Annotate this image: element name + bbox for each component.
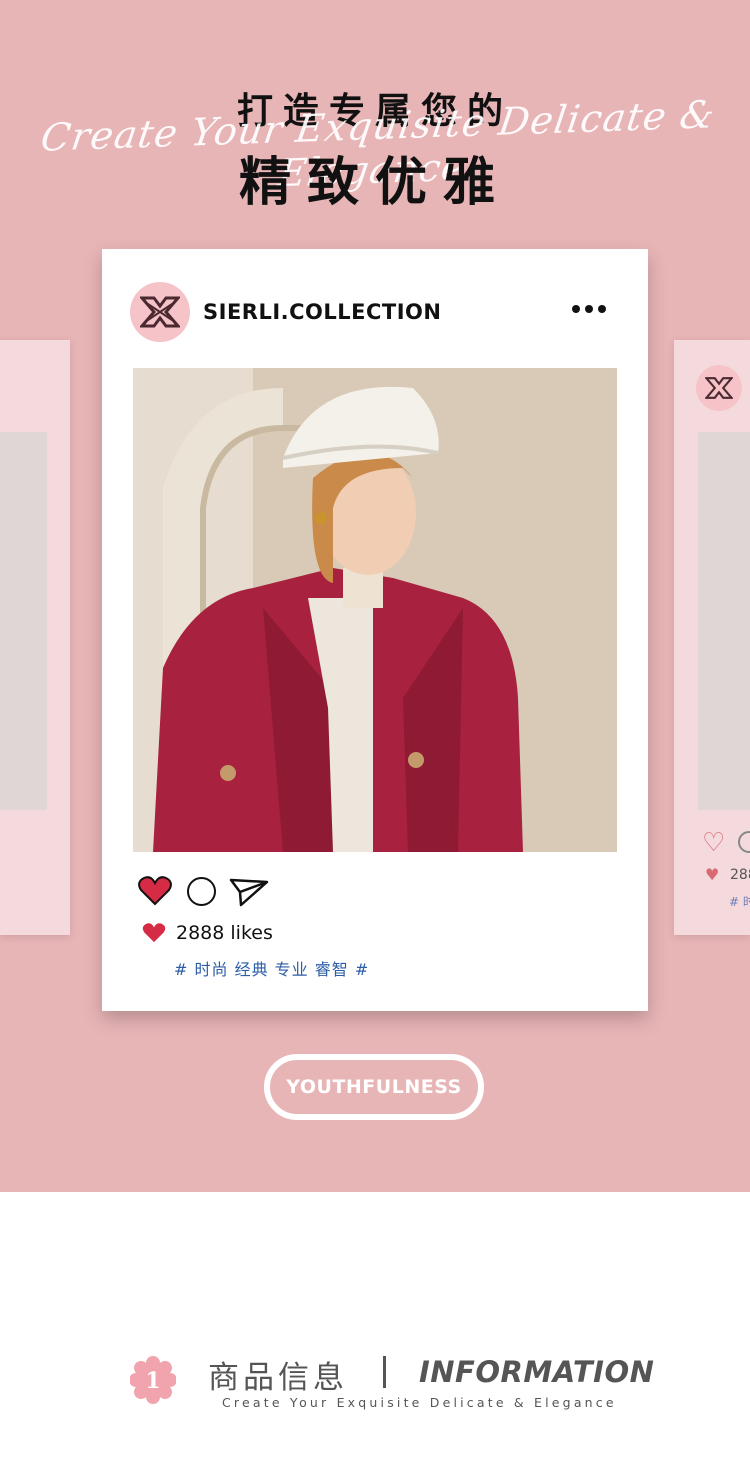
like-heart-icon[interactable]: [138, 876, 172, 906]
hero-section: 打造专属您的 Create Your Exquisite Delicate & …: [0, 0, 750, 1192]
hashtags[interactable]: # 时尚 经典 专业 睿智 #: [174, 956, 369, 980]
post-card: SIERLI.COLLECTION 2888 likes # 时尚 经典 专业 …: [102, 249, 648, 1011]
comment-icon[interactable]: [187, 877, 216, 906]
section-subtitle: Create Your Exquisite Delicate & Eleganc…: [222, 1395, 617, 1410]
section-title-en: INFORMATION: [419, 1355, 655, 1389]
likes-heart-icon: [142, 923, 166, 943]
headline-main: 精致优雅: [238, 153, 511, 213]
side-avatar: [696, 365, 742, 411]
side-like-icon[interactable]: ♡: [702, 828, 725, 858]
section-number: 1: [145, 1368, 160, 1394]
side-likes-count: 2888: [730, 867, 750, 883]
account-name[interactable]: SIERLI.COLLECTION: [203, 300, 441, 324]
side-post-image-left: [0, 432, 47, 810]
side-tags: # 时: [729, 895, 750, 909]
brand-logo-icon: [140, 296, 180, 328]
ellipsis-icon[interactable]: [572, 305, 606, 313]
side-heart-icon: ♥: [705, 865, 720, 884]
section-divider: [383, 1356, 386, 1388]
brand-logo-icon: [705, 377, 733, 399]
side-post-card-left[interactable]: [0, 340, 70, 935]
avatar[interactable]: [130, 282, 190, 342]
side-post-image-right: [698, 432, 750, 810]
post-photo: [133, 368, 617, 852]
model-photo-illustration: [133, 368, 617, 852]
flower-number-badge-icon: 1: [130, 1356, 176, 1404]
side-comment-icon[interactable]: [738, 831, 750, 853]
youthfulness-button[interactable]: YOUTHFULNESS: [264, 1054, 484, 1120]
likes-count: 2888 likes: [176, 922, 273, 944]
share-icon[interactable]: [229, 877, 269, 907]
section-title-cn: 商品信息: [208, 1360, 348, 1396]
side-post-card-right[interactable]: ♡ ♥ 2888 # 时: [674, 340, 750, 935]
